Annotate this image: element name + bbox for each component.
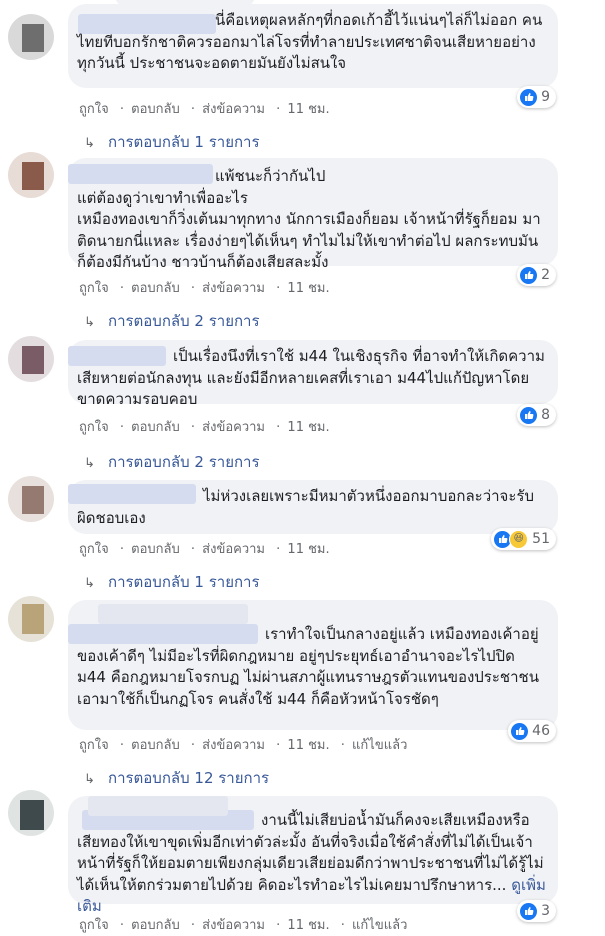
reply-arrow-icon: ↳ — [84, 315, 95, 330]
like-button[interactable]: ถูกใจ — [79, 542, 109, 557]
edited-label[interactable]: แก้ไขแล้ว — [352, 918, 407, 933]
avatar[interactable] — [8, 336, 54, 382]
reply-arrow-icon: ↳ — [84, 456, 95, 471]
comment-bubble: นี่คือเหตุผลหลักๆที่กอดเก้าอี้ไว้แน่นๆไล… — [68, 4, 558, 108]
comment-text: เราทำใจเป็นกลางอยู่แล้ว เหมืองทองเค้าอยู… — [77, 625, 539, 708]
comment-text: เป็นเรื่องนึงที่เราใช้ ม44 ในเชิงธุรกิจ … — [77, 347, 545, 408]
view-replies-link[interactable]: ↳ การตอบกลับ 2 รายการ — [84, 309, 260, 333]
comment-bubble: เป็นเรื่องนึงที่เราใช้ ม44 ในเชิงธุรกิจ … — [68, 340, 558, 426]
message-button[interactable]: ส่งข้อความ — [202, 738, 265, 753]
view-replies-link[interactable]: ↳ การตอบกลับ 1 รายการ — [84, 570, 260, 594]
like-button[interactable]: ถูกใจ — [79, 420, 109, 435]
reaction-count[interactable]: 46 — [508, 720, 556, 742]
reply-button[interactable]: ตอบกลับ — [131, 281, 180, 296]
timestamp[interactable]: 11 ชม. — [287, 918, 329, 933]
like-button[interactable]: ถูกใจ — [79, 102, 109, 117]
reply-button[interactable]: ตอบกลับ — [131, 918, 180, 933]
reaction-count[interactable]: 😆 51 — [491, 528, 556, 550]
comment-text: แพ้ชนะก็ว่ากันไป แต่ต้องดูว่าเขาทำเพื่ออ… — [77, 167, 541, 271]
comment-bubble: เราทำใจเป็นกลางอยู่แล้ว เหมืองทองเค้าอยู… — [68, 600, 558, 742]
comment-text: งานนี้ไม่เสียบ่อน้ำมันก็คงจะเสียเหมืองหร… — [77, 811, 546, 915]
comment-actions: ถูกใจ · ตอบกลับ · ส่งข้อความ · 11 ชม. · … — [79, 738, 408, 753]
reply-button[interactable]: ตอบกลับ — [131, 738, 180, 753]
comment-bubble: งานนี้ไม่เสียบ่อน้ำมันก็คงจะเสียเหมืองหร… — [68, 796, 558, 922]
avatar[interactable] — [8, 476, 54, 522]
avatar[interactable] — [8, 14, 54, 60]
comment-actions: ถูกใจ · ตอบกลับ · ส่งข้อความ · 11 ชม. — [79, 102, 330, 117]
view-replies-link[interactable]: ↳ การตอบกลับ 2 รายการ — [84, 450, 260, 474]
reaction-count[interactable]: 3 — [517, 900, 556, 922]
timestamp[interactable]: 11 ชม. — [287, 281, 329, 296]
view-replies-link[interactable]: ↳ การตอบกลับ 1 รายการ — [84, 130, 260, 154]
reply-arrow-icon: ↳ — [84, 576, 95, 591]
reply-button[interactable]: ตอบกลับ — [131, 542, 180, 557]
commenter-name-extra — [98, 604, 248, 624]
like-icon — [511, 722, 529, 740]
reaction-count[interactable]: 8 — [517, 404, 556, 426]
reaction-count[interactable]: 9 — [517, 86, 556, 108]
edited-label[interactable]: แก้ไขแล้ว — [352, 738, 407, 753]
avatar[interactable] — [8, 596, 54, 642]
avatar[interactable] — [8, 152, 54, 198]
haha-icon: 😆 — [509, 529, 529, 549]
comment-actions: ถูกใจ · ตอบกลับ · ส่งข้อความ · 11 ชม. — [79, 420, 330, 435]
message-button[interactable]: ส่งข้อความ — [202, 420, 265, 435]
comment-bubble: ไม่ห่วงเลยเพราะมีหมาตัวหนึ่งออกมาบอกละว่… — [68, 480, 558, 550]
comment-actions: ถูกใจ · ตอบกลับ · ส่งข้อความ · 11 ชม. — [79, 281, 330, 296]
comment-text: ไม่ห่วงเลยเพราะมีหมาตัวหนึ่งออกมาบอกละว่… — [77, 487, 534, 527]
reply-button[interactable]: ตอบกลับ — [131, 420, 180, 435]
timestamp[interactable]: 11 ชม. — [287, 542, 329, 557]
avatar[interactable] — [8, 790, 54, 836]
like-icon — [520, 406, 538, 424]
reply-button[interactable]: ตอบกลับ — [131, 102, 180, 117]
comment-actions: ถูกใจ · ตอบกลับ · ส่งข้อความ · 11 ชม. — [79, 542, 330, 557]
reply-arrow-icon: ↳ — [84, 136, 95, 151]
message-button[interactable]: ส่งข้อความ — [202, 542, 265, 557]
comment-bubble: แพ้ชนะก็ว่ากันไป แต่ต้องดูว่าเขาทำเพื่ออ… — [68, 158, 558, 286]
timestamp[interactable]: 11 ชม. — [287, 102, 329, 117]
reaction-count[interactable]: 2 — [517, 264, 556, 286]
comment-text: นี่คือเหตุผลหลักๆที่กอดเก้าอี้ไว้แน่นๆไล… — [77, 11, 543, 72]
timestamp[interactable]: 11 ชม. — [287, 420, 329, 435]
view-replies-link[interactable]: ↳ การตอบกลับ 12 รายการ — [84, 766, 269, 790]
message-button[interactable]: ส่งข้อความ — [202, 918, 265, 933]
message-button[interactable]: ส่งข้อความ — [202, 102, 265, 117]
like-button[interactable]: ถูกใจ — [79, 738, 109, 753]
message-button[interactable]: ส่งข้อความ — [202, 281, 265, 296]
like-icon — [520, 266, 538, 284]
like-button[interactable]: ถูกใจ — [79, 281, 109, 296]
like-button[interactable]: ถูกใจ — [79, 918, 109, 933]
like-icon — [520, 88, 538, 106]
comment-actions: ถูกใจ · ตอบกลับ · ส่งข้อความ · 11 ชม. · … — [79, 918, 408, 933]
like-icon — [520, 902, 538, 920]
reply-arrow-icon: ↳ — [84, 772, 95, 787]
timestamp[interactable]: 11 ชม. — [287, 738, 329, 753]
